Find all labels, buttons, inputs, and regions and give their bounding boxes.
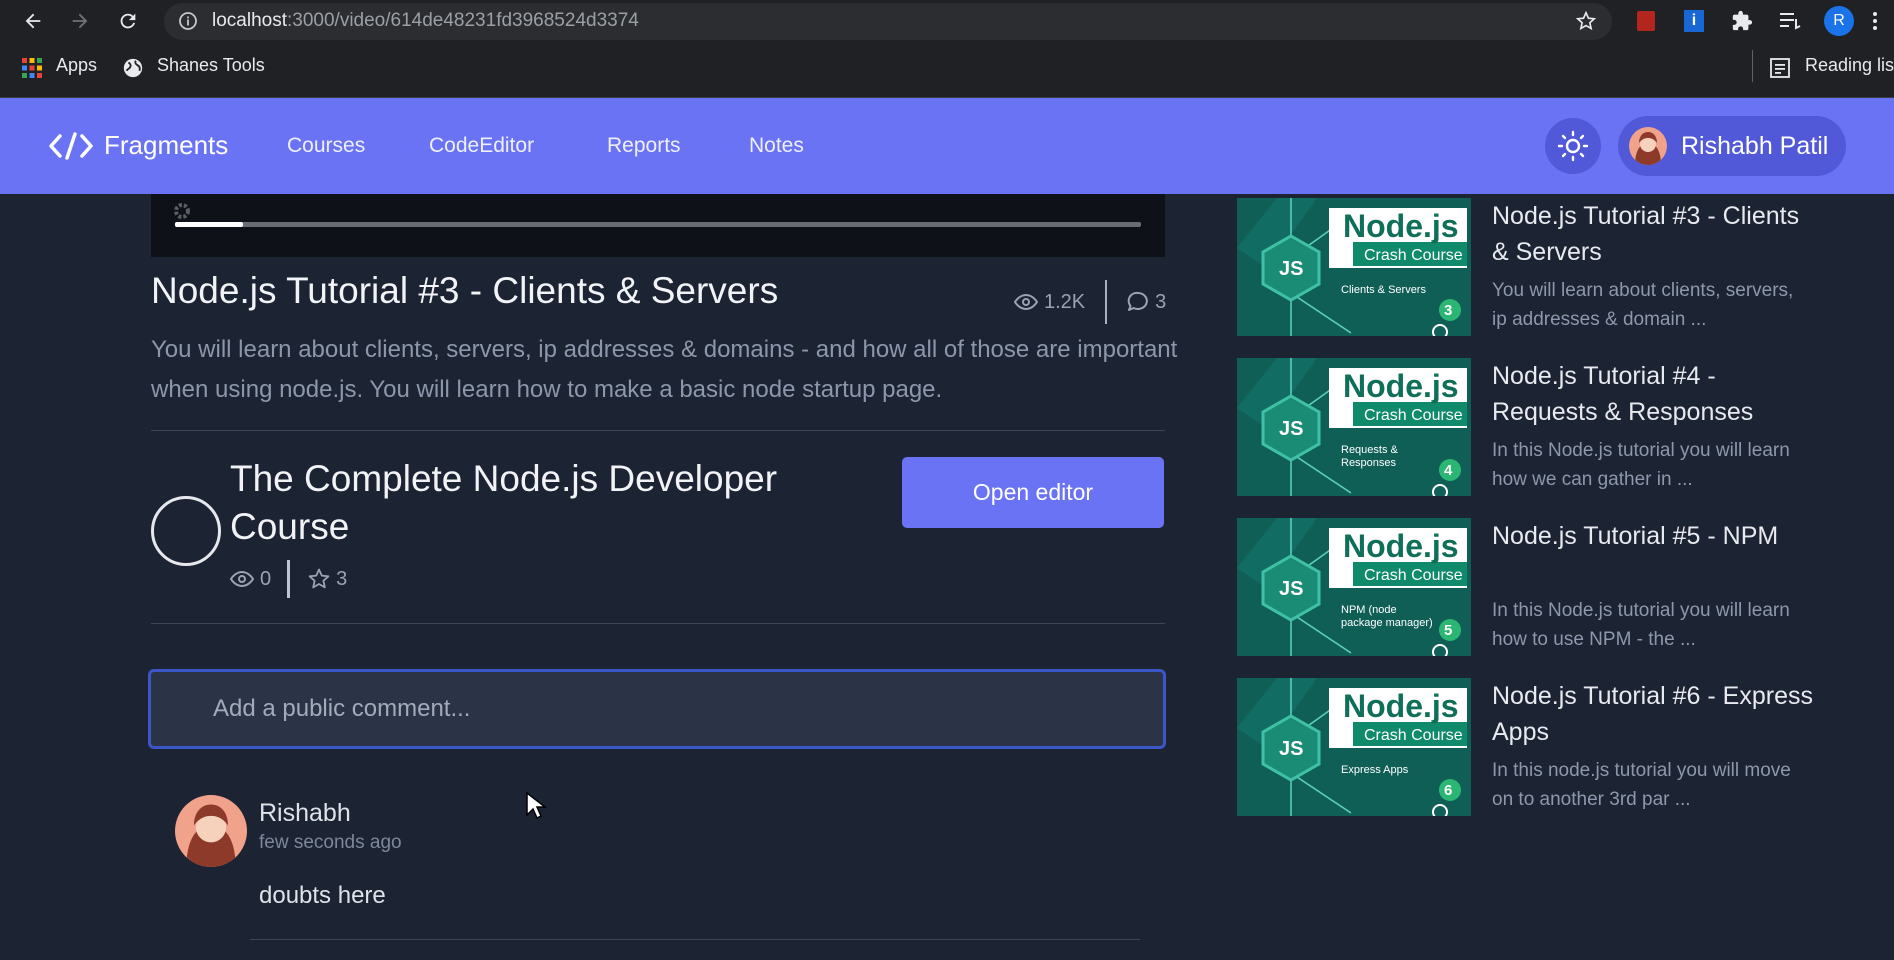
site-info-icon[interactable] bbox=[178, 11, 198, 31]
nav-codeeditor[interactable]: CodeEditor bbox=[429, 134, 534, 158]
forward-icon[interactable] bbox=[65, 6, 95, 36]
view-count: 1.2K bbox=[1044, 290, 1086, 313]
video-thumbnail[interactable]: Node.js Crash Course JS Requests & Response… bbox=[1237, 358, 1471, 496]
video-thumbnail[interactable]: Node.js Crash Course JS Clients & Servers 3 bbox=[1237, 198, 1471, 336]
star-icon[interactable] bbox=[306, 567, 332, 591]
globe-icon bbox=[122, 57, 144, 79]
thumb-number: 4 bbox=[1444, 462, 1453, 479]
thumb-js-label: JS bbox=[1279, 578, 1304, 600]
related-video-item[interactable]: Node.js Crash Course JS NPM (node package m… bbox=[1237, 518, 1790, 656]
bookmark-shanes-tools[interactable]: Shanes Tools bbox=[157, 55, 265, 76]
apps-grid-icon[interactable] bbox=[22, 58, 42, 78]
open-editor-button[interactable]: Open editor bbox=[902, 457, 1164, 528]
divider-line bbox=[250, 939, 1140, 940]
nav-reports[interactable]: Reports bbox=[607, 134, 681, 158]
thumb-topic: Express Apps bbox=[1341, 764, 1409, 776]
related-video-title[interactable]: Node.js Tutorial #6 - Express Apps bbox=[1492, 678, 1822, 750]
video-stats: 1.2K 3 bbox=[1014, 280, 1166, 324]
related-video-description: In this Node.js tutorial you will learn … bbox=[1492, 600, 1790, 650]
bookmark-apps[interactable]: Apps bbox=[56, 55, 97, 76]
info-extension-icon[interactable]: i bbox=[1681, 8, 1707, 34]
url-text: localhost:3000/video/614de48231fd3968524… bbox=[212, 10, 639, 31]
bookmark-reading-list[interactable]: Reading list bbox=[1805, 55, 1894, 76]
theme-toggle-button[interactable] bbox=[1545, 118, 1601, 174]
thumb-number: 3 bbox=[1444, 302, 1453, 319]
thumb-topic: NPM (node package manager) bbox=[1341, 604, 1433, 629]
thumb-brand: Node.js bbox=[1343, 368, 1459, 404]
comment-icon bbox=[1127, 291, 1149, 311]
video-progress-fill bbox=[175, 222, 243, 227]
related-video-description: In this node.js tutorial you will move o… bbox=[1492, 760, 1791, 810]
stats-divider bbox=[1105, 280, 1108, 324]
bookmarks-divider bbox=[1752, 50, 1753, 82]
back-icon[interactable] bbox=[18, 6, 48, 36]
comment-time: few seconds ago bbox=[259, 832, 402, 853]
menu-dots-icon[interactable] bbox=[1862, 8, 1888, 34]
thumb-brand: Node.js bbox=[1343, 688, 1459, 724]
related-video-item[interactable]: Node.js Crash Course JS Requests & Response… bbox=[1237, 358, 1790, 496]
user-menu-button[interactable]: Rishabh Patil bbox=[1618, 116, 1846, 176]
course-view-count: 0 bbox=[260, 567, 272, 590]
reload-icon[interactable] bbox=[113, 6, 143, 36]
code-brackets-icon bbox=[49, 131, 93, 160]
thumb-js-label: JS bbox=[1279, 258, 1304, 280]
comment-count: 3 bbox=[1155, 290, 1167, 313]
thumb-brand: Node.js bbox=[1343, 528, 1459, 564]
nav-courses[interactable]: Courses bbox=[287, 134, 365, 158]
related-video-description: You will learn about clients, servers, i… bbox=[1492, 280, 1794, 330]
thumb-subtitle: Crash Course bbox=[1364, 727, 1463, 744]
video-title: Node.js Tutorial #3 - Clients & Servers bbox=[151, 270, 779, 311]
thumb-topic: Clients & Servers bbox=[1341, 284, 1426, 296]
thumb-subtitle: Crash Course bbox=[1364, 247, 1463, 264]
brand-name: Fragments bbox=[104, 130, 229, 160]
thumb-subtitle: Crash Course bbox=[1364, 567, 1463, 584]
thumb-topic: Requests & Responses bbox=[1341, 444, 1398, 469]
comment-author: Rishabh bbox=[259, 799, 351, 827]
video-thumbnail[interactable]: Node.js Crash Course JS NPM (node package m… bbox=[1237, 518, 1471, 656]
mouse-cursor-icon bbox=[526, 792, 546, 820]
reading-mode-icon[interactable] bbox=[1777, 8, 1803, 34]
bookmark-extension-icon[interactable] bbox=[1633, 8, 1659, 34]
course-stats-divider bbox=[287, 560, 291, 598]
browser-toolbar: localhost:3000/video/614de48231fd3968524… bbox=[0, 0, 1894, 42]
brand-logo[interactable]: Fragments bbox=[48, 130, 228, 161]
related-video-item[interactable]: Node.js Crash Course JS Express Apps 6 Node.j… bbox=[1237, 678, 1813, 816]
reading-list-icon[interactable] bbox=[1770, 58, 1790, 78]
related-video-title[interactable]: Node.js Tutorial #5 - NPM bbox=[1492, 518, 1822, 554]
course-stats: 0 3 bbox=[230, 560, 347, 598]
thumb-subtitle: Crash Course bbox=[1364, 407, 1463, 424]
comment-text: doubts here bbox=[259, 882, 386, 909]
divider-line bbox=[151, 623, 1165, 624]
sun-icon bbox=[1557, 130, 1589, 162]
video-progress-bar[interactable] bbox=[175, 222, 1141, 227]
video-thumbnail[interactable]: Node.js Crash Course JS Express Apps 6 bbox=[1237, 678, 1471, 816]
app-navbar: Fragments bbox=[0, 98, 1894, 194]
user-name: Rishabh Patil bbox=[1681, 131, 1829, 160]
thumb-js-label: JS bbox=[1279, 738, 1304, 760]
commenter-avatar bbox=[175, 795, 247, 867]
related-video-title[interactable]: Node.js Tutorial #4 - Requests & Respons… bbox=[1492, 358, 1822, 430]
related-video-description: In this Node.js tutorial you will learn … bbox=[1492, 440, 1790, 490]
eye-icon bbox=[230, 570, 254, 588]
course-avatar bbox=[151, 496, 221, 566]
settings-gear-icon[interactable] bbox=[170, 199, 194, 223]
related-video-item[interactable]: Node.js Crash Course JS Clients & Servers 3 N… bbox=[1237, 198, 1799, 336]
extensions-icon[interactable] bbox=[1729, 8, 1755, 34]
comment-input[interactable] bbox=[148, 669, 1166, 749]
divider-line bbox=[151, 430, 1165, 431]
thumb-number: 6 bbox=[1444, 782, 1453, 799]
eye-icon bbox=[1014, 293, 1038, 311]
profile-avatar[interactable]: R bbox=[1824, 6, 1854, 36]
star-icon[interactable] bbox=[1573, 8, 1599, 34]
related-video-title[interactable]: Node.js Tutorial #3 - Clients & Servers bbox=[1492, 198, 1822, 270]
user-avatar bbox=[1629, 127, 1667, 165]
bookmarks-bar bbox=[0, 42, 1894, 98]
course-title[interactable]: The Complete Node.js Developer Course bbox=[230, 455, 870, 551]
course-star-count: 3 bbox=[336, 567, 348, 590]
thumb-number: 5 bbox=[1444, 622, 1453, 639]
nav-notes[interactable]: Notes bbox=[749, 134, 804, 158]
thumb-js-label: JS bbox=[1279, 418, 1304, 440]
video-description: You will learn about clients, servers, i… bbox=[151, 336, 1178, 403]
thumb-brand: Node.js bbox=[1343, 208, 1459, 244]
